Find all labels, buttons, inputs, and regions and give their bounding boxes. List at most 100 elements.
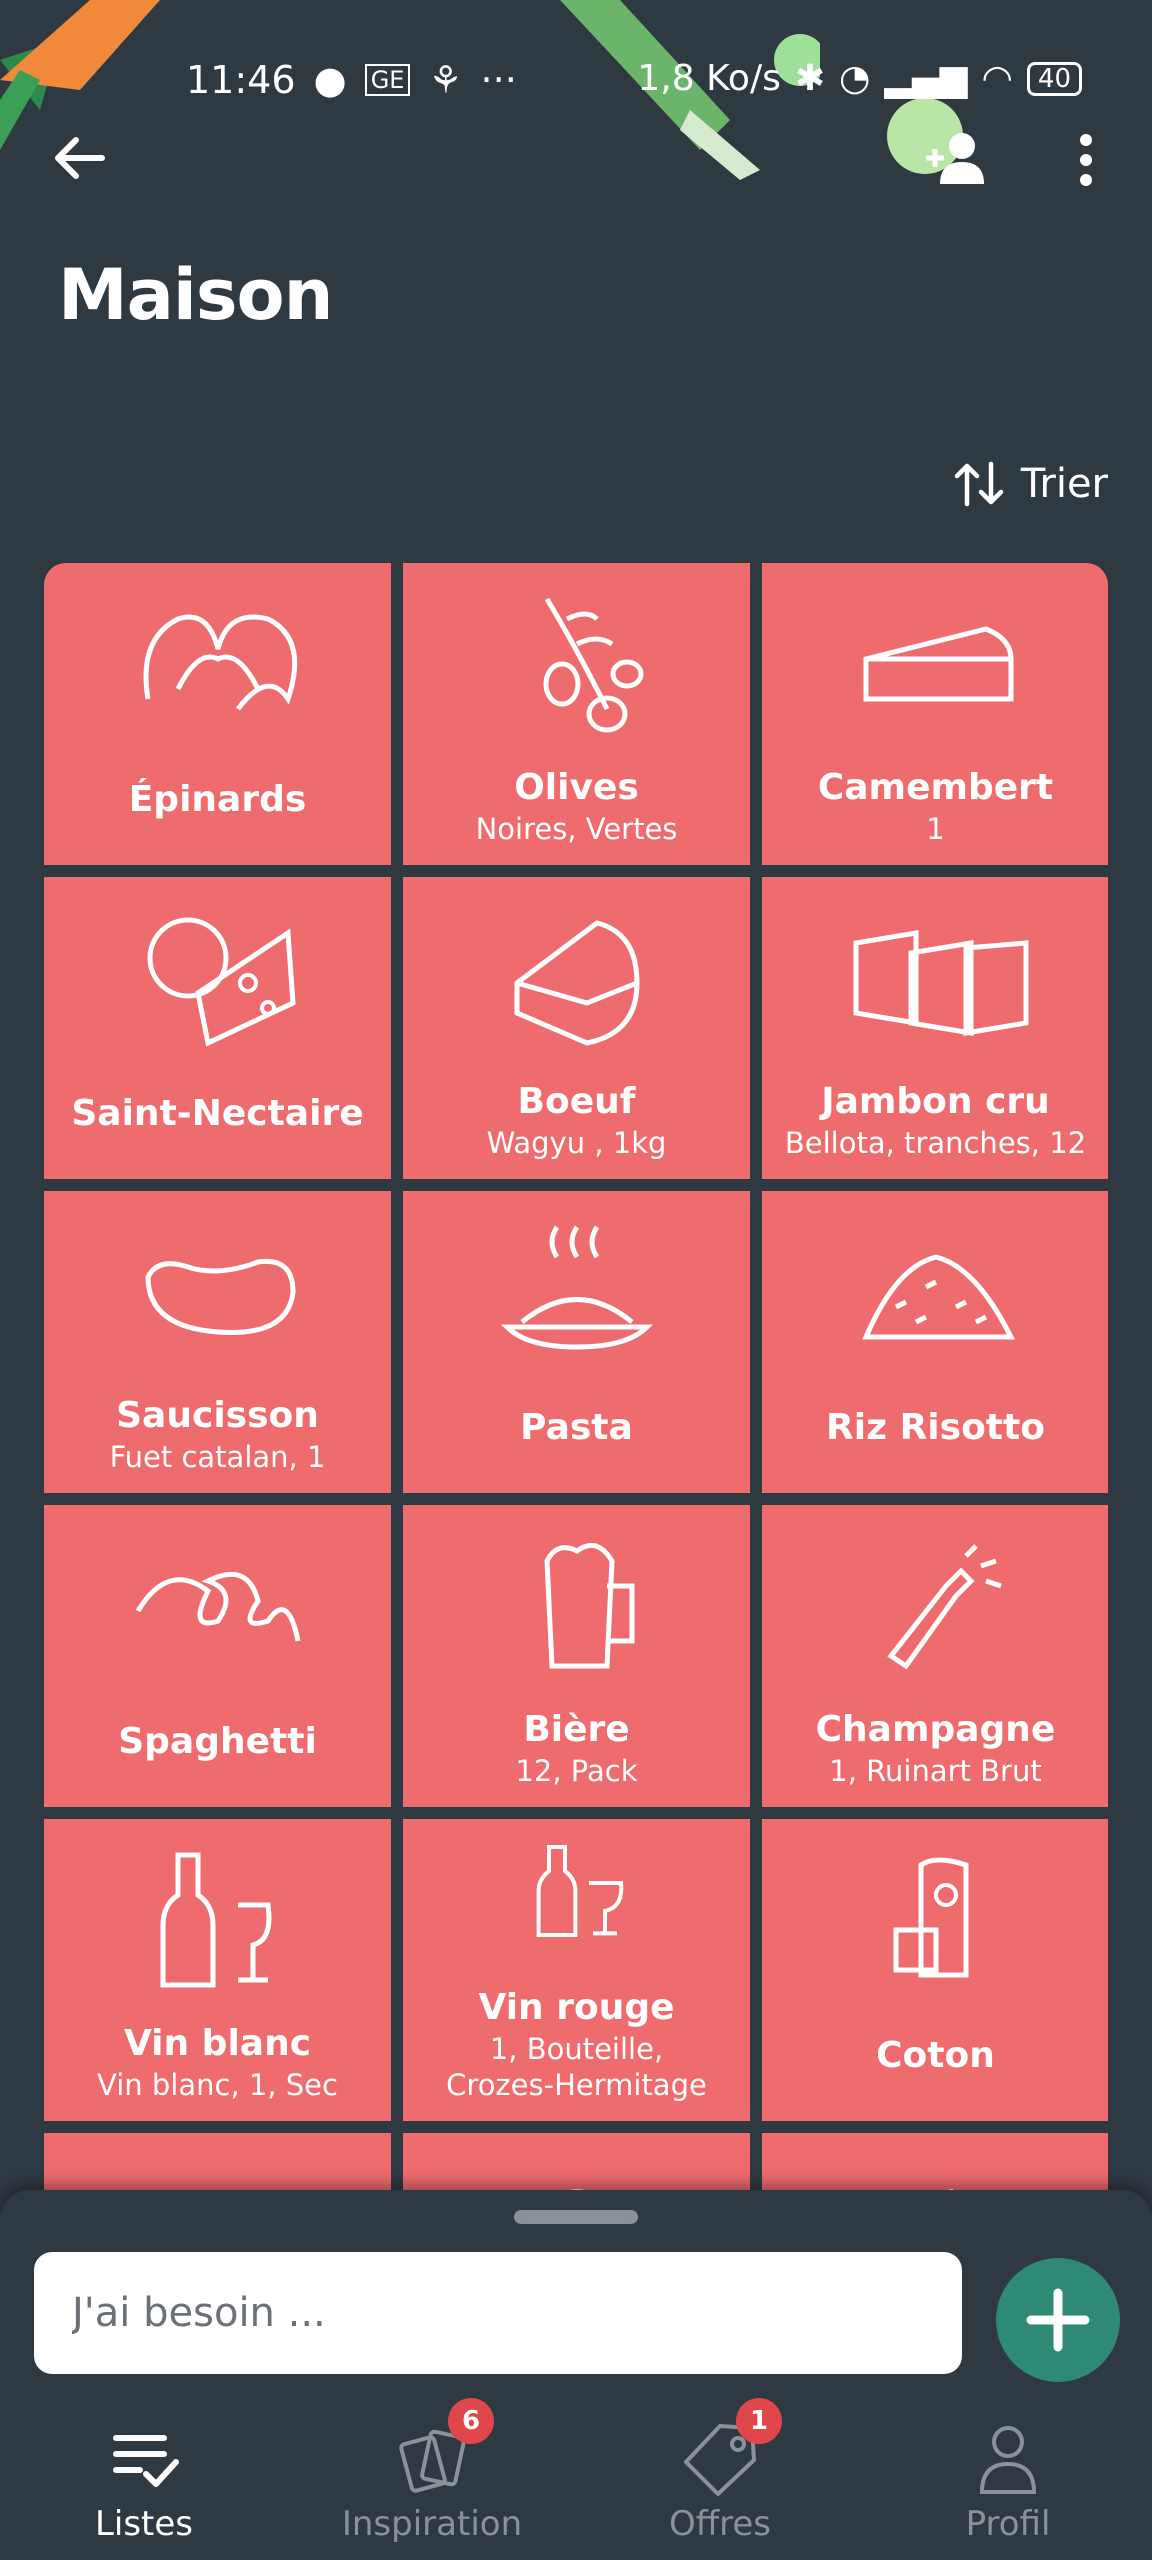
item-tile[interactable]: Pasta	[403, 1191, 750, 1493]
nav-label: Inspiration	[341, 2504, 523, 2544]
cheese-icon	[147, 917, 296, 1047]
tag-icon: 1	[680, 2398, 782, 2498]
item-detail: Noires, Vertes	[475, 812, 678, 846]
item-tile[interactable]: Coton	[762, 1819, 1108, 2121]
white-wine-icon	[160, 1852, 271, 1988]
item-detail: 1, Bouteille, Crozes-Hermitage	[446, 2032, 707, 2102]
add-item-button[interactable]	[996, 2258, 1120, 2382]
status-right: 1,8 Ko/s ✱ ◔ ▂▄▆ ◠ 40	[637, 58, 1082, 99]
cheese-wedge-icon	[863, 626, 1013, 702]
plus-icon	[1026, 2288, 1090, 2352]
sort-button[interactable]: Trier	[953, 460, 1108, 508]
item-tile[interactable]: Saint-Nectaire	[44, 877, 391, 1179]
nav-item-profil[interactable]: Profil	[898, 2390, 1118, 2544]
list-check-icon	[104, 2418, 184, 2498]
status-time: 11:46	[186, 58, 296, 102]
cotton-icon	[893, 1857, 968, 1978]
rice-icon	[861, 1254, 1015, 1340]
need-input[interactable]	[34, 2252, 962, 2374]
item-detail: 1	[926, 812, 945, 846]
more-notifications-icon: ···	[480, 58, 517, 102]
item-tile[interactable]: Bière 12, Pack	[403, 1505, 750, 1807]
inspiration-badge: 6	[448, 2398, 494, 2444]
item-tile[interactable]	[403, 2133, 750, 2193]
signal-icon: ▂▄▆	[884, 58, 968, 99]
pasta-icon	[500, 1225, 653, 1350]
more-vert-icon[interactable]	[1066, 130, 1106, 190]
bottom-navigation: Listes 6 Inspiration 1 Offres Profil	[0, 2390, 1152, 2560]
item-name: Riz Risotto	[826, 1407, 1045, 1448]
bluetooth-icon: ✱	[794, 58, 825, 99]
status-left: 11:46 ● GE ⚘ ···	[186, 58, 517, 102]
champagne-icon	[886, 1544, 1002, 1670]
item-name: Spaghetti	[118, 1721, 317, 1762]
item-tile[interactable]: Champagne 1, Ruinart Brut	[762, 1505, 1108, 1807]
back-arrow-icon[interactable]	[50, 128, 110, 188]
item-name: Saucisson	[116, 1395, 319, 1436]
item-name: Camembert	[817, 767, 1054, 808]
battery-icon: 40	[1026, 61, 1082, 96]
item-tile[interactable]: Riz Risotto	[762, 1191, 1108, 1493]
spaghetti-icon	[135, 1571, 300, 1642]
item-detail: Vin blanc, 1, Sec	[97, 2068, 338, 2102]
sausage-icon	[144, 1258, 296, 1335]
item-tile[interactable]: Spaghetti	[44, 1505, 391, 1807]
item-name: Bière	[523, 1709, 630, 1750]
item-name: Saint-Nectaire	[71, 1093, 364, 1134]
item-name: Champagne	[815, 1709, 1056, 1750]
bread-icon	[118, 2159, 318, 2193]
item-detail: Fuet catalan, 1	[109, 1440, 326, 1474]
item-tile[interactable]	[44, 2133, 391, 2193]
item-name: Coton	[876, 2035, 995, 2076]
person-icon	[968, 2418, 1048, 2498]
jar-icon	[561, 2189, 592, 2193]
sheet-drag-handle[interactable]	[514, 2210, 638, 2224]
nav-item-offres[interactable]: 1 Offres	[610, 2390, 830, 2544]
page-title: Maison	[58, 254, 333, 336]
item-tile[interactable]	[762, 2133, 1108, 2193]
item-detail: 12, Pack	[515, 1754, 638, 1788]
item-detail: 1, Ruinart Brut	[829, 1754, 1042, 1788]
beef-icon	[514, 920, 640, 1046]
red-wine-icon	[536, 1845, 623, 1937]
item-name: Vin blanc	[123, 2023, 312, 2064]
nav-label: Offres	[668, 2504, 772, 2544]
beer-icon	[543, 1542, 634, 1669]
item-name: Boeuf	[517, 1081, 636, 1122]
item-name: Vin rouge	[478, 1987, 675, 2028]
nav-label: Profil	[965, 2504, 1051, 2544]
item-name: Olives	[514, 767, 639, 808]
item-name: Pasta	[520, 1407, 633, 1448]
item-grid: Épinards Olives Noires, Vertes Camembert…	[44, 563, 1108, 2193]
nav-item-listes[interactable]: Listes	[34, 2390, 254, 2544]
item-tile[interactable]: Vin blanc Vin blanc, 1, Sec	[44, 1819, 391, 2121]
item-tile[interactable]: Camembert 1	[762, 563, 1108, 865]
item-tile[interactable]: Épinards	[44, 563, 391, 865]
network-speed: 1,8 Ko/s	[637, 58, 781, 99]
add-user-icon[interactable]	[920, 128, 990, 188]
carrot-icon	[948, 2188, 953, 2193]
item-name: Épinards	[128, 779, 307, 820]
item-tile[interactable]: Saucisson Fuet catalan, 1	[44, 1191, 391, 1493]
item-tile[interactable]: Olives Noires, Vertes	[403, 563, 750, 865]
chat-icon: ●	[313, 58, 347, 102]
ham-icon	[853, 930, 1028, 1036]
item-tile[interactable]: Jambon cru Bellota, tranches, 12	[762, 877, 1108, 1179]
item-name: Jambon cru	[821, 1081, 1050, 1122]
nav-item-inspiration[interactable]: 6 Inspiration	[322, 2390, 542, 2544]
nav-label: Listes	[94, 2504, 194, 2544]
ge-icon: GE	[364, 64, 411, 96]
item-tile[interactable]: Boeuf Wagyu , 1kg	[403, 877, 750, 1179]
cards-icon: 6	[392, 2398, 494, 2498]
item-tile[interactable]: Vin rouge 1, Bouteille, Crozes-Hermitage	[403, 1819, 750, 2121]
sort-icon	[954, 461, 1004, 507]
alarm-icon: ◔	[839, 58, 871, 99]
spinach-icon	[143, 614, 297, 711]
hub-icon: ⚘	[428, 58, 463, 102]
sort-label: Trier	[1020, 461, 1108, 507]
item-detail: Wagyu , 1kg	[486, 1126, 667, 1160]
wifi-icon: ◠	[981, 58, 1013, 99]
item-detail: Bellota, tranches, 12	[784, 1126, 1087, 1160]
offres-badge: 1	[736, 2398, 782, 2444]
olives-icon	[543, 597, 643, 733]
